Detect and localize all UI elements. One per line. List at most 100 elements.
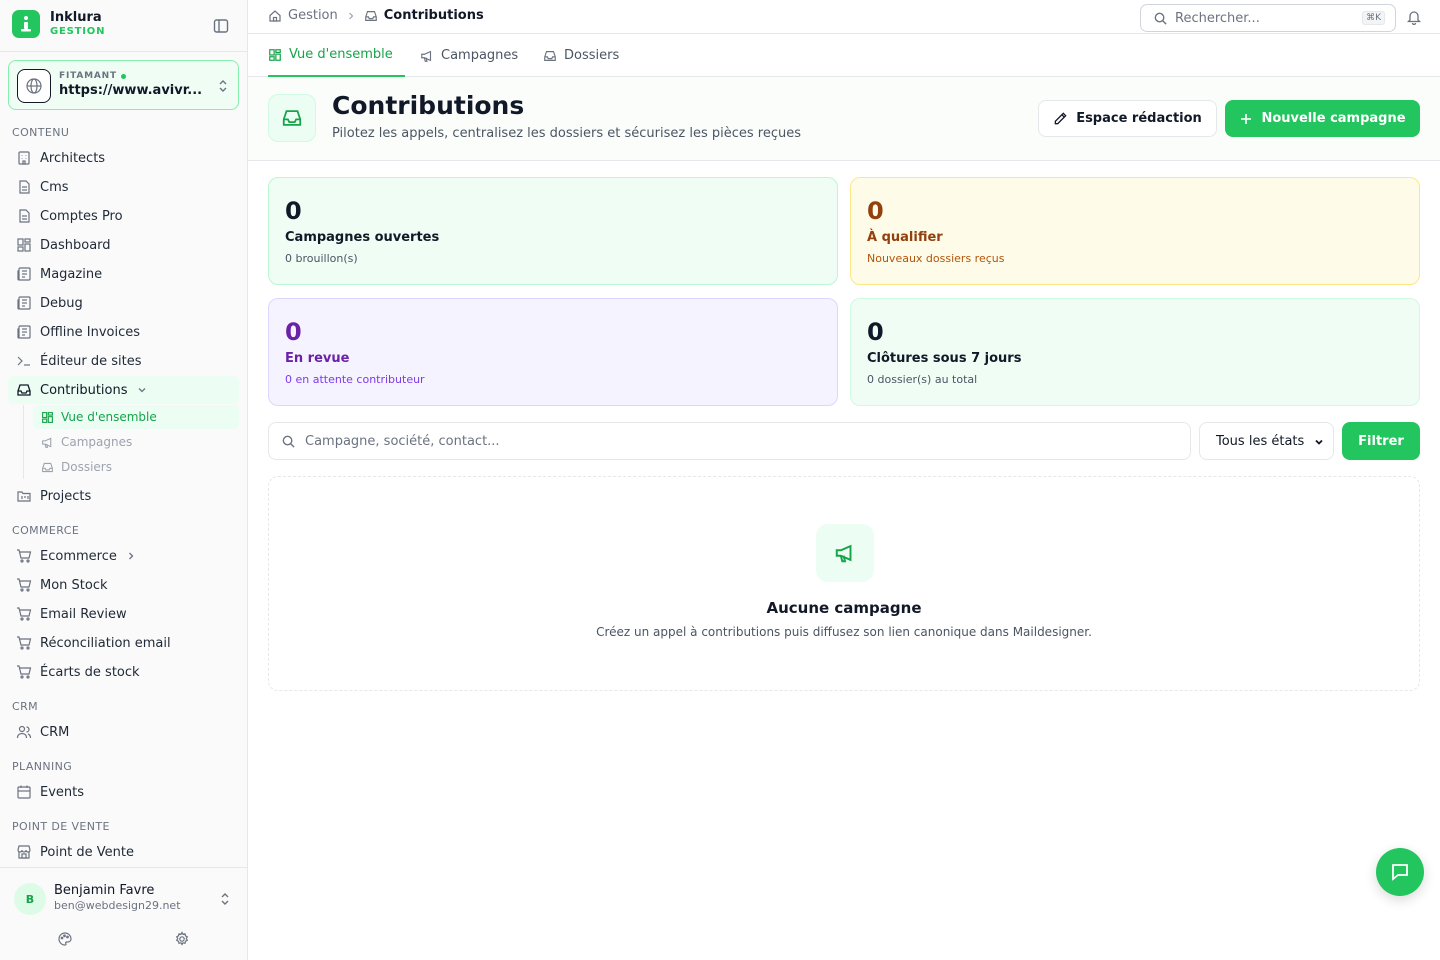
sidebar-toggle-icon[interactable] [212, 17, 230, 35]
sidebar-item-label: Point de Vente [40, 844, 135, 860]
sidebar-subitem-overview[interactable]: Vue d'ensemble [33, 405, 239, 429]
new-campaign-button[interactable]: Nouvelle campagne [1225, 100, 1420, 137]
sidebar-item-mon-stock[interactable]: Mon Stock [8, 571, 239, 599]
campaign-search[interactable] [268, 422, 1191, 460]
chevrons-up-down-icon[interactable] [219, 891, 231, 907]
sidebar-item-dashboard[interactable]: Dashboard [8, 231, 239, 259]
brand[interactable]: Inklura GESTION [12, 10, 105, 38]
tab-campagnes[interactable]: Campagnes [420, 34, 518, 77]
sidebar-item-cms[interactable]: Cms [8, 173, 239, 201]
submenu-line [23, 405, 24, 479]
campaign-search-input[interactable] [305, 431, 1165, 451]
sidebar-subitem-label: Dossiers [61, 460, 112, 474]
stat-card-open-campaigns: 0 Campagnes ouvertes 0 brouillon(s) [268, 177, 838, 285]
stat-card-closing-soon: 0 Clôtures sous 7 jours 0 dossier(s) au … [850, 298, 1420, 406]
tab-overview[interactable]: Vue d'ensemble [268, 34, 405, 77]
sidebar-item-editeur-de-sites[interactable]: Éditeur de sites [8, 347, 239, 375]
sidebar-item-events[interactable]: Events [8, 778, 239, 806]
sidebar-item-label: Events [40, 784, 85, 800]
folder-kanban-icon [17, 491, 31, 502]
sidebar-subitem-dossiers[interactable]: Dossiers [33, 455, 239, 479]
sidebar-item-ecommerce[interactable]: Ecommerce [8, 542, 239, 570]
sidebar-item-label: CRM [40, 724, 70, 740]
page-header: Contributions Pilotez les appels, centra… [248, 77, 1440, 161]
tab-label: Vue d'ensemble [289, 47, 393, 62]
sidebar-item-projects[interactable]: Projects [8, 482, 239, 510]
layout-grid-icon [42, 411, 53, 423]
sidebar-item-label: Offline Invoices [40, 324, 141, 340]
sidebar-item-label: Email Review [40, 606, 127, 622]
sidebar-item-label: Debug [40, 295, 83, 311]
gear-icon[interactable] [174, 931, 190, 947]
sidebar-item-email-review[interactable]: Email Review [8, 600, 239, 628]
sidebar-item-reconciliation-email[interactable]: Réconciliation email [8, 629, 239, 657]
megaphone-icon [421, 50, 432, 62]
sidebar-item-label: Réconciliation email [40, 635, 171, 651]
cart-icon [17, 665, 32, 679]
pencil-icon [1054, 112, 1067, 125]
sidebar-item-comptes-pro[interactable]: Comptes Pro [8, 202, 239, 230]
bell-icon[interactable] [1406, 9, 1422, 26]
sidebar-subitem-campagnes[interactable]: Campagnes [33, 430, 239, 454]
avatar[interactable]: B [14, 883, 46, 915]
cart-icon [17, 607, 32, 621]
chevrons-up-down-icon [217, 78, 229, 94]
stat-hint: Nouveaux dossiers reçus [867, 252, 1005, 265]
state-select-value: Tous les états [1216, 433, 1305, 449]
inbox-icon [544, 50, 556, 61]
stat-value: 0 [285, 318, 302, 346]
filter-button[interactable]: Filtrer [1342, 422, 1420, 460]
sidebar-item-debug[interactable]: Debug [8, 289, 239, 317]
stat-label: En revue [285, 351, 350, 366]
stat-value: 0 [285, 197, 302, 225]
stat-hint: 0 dossier(s) au total [867, 373, 978, 386]
sidebar-item-magazine[interactable]: Magazine [8, 260, 239, 288]
empty-state: Aucune campagne Créez un appel à contrib… [268, 476, 1420, 691]
brand-subtitle: GESTION [50, 26, 106, 37]
espace-redaction-button[interactable]: Espace rédaction [1038, 100, 1217, 137]
cart-icon [17, 578, 32, 592]
sidebar-item-label: Ecommerce [40, 548, 117, 564]
palette-icon[interactable] [57, 931, 73, 947]
cart-icon [17, 636, 32, 650]
terminal-icon [17, 356, 30, 366]
layout-grid-icon [17, 238, 31, 252]
tab-label: Dossiers [564, 48, 620, 63]
chat-button[interactable] [1376, 848, 1424, 896]
section-label-contenu: CONTENU [12, 126, 70, 139]
page-title: Contributions [332, 91, 525, 120]
topbar: Gestion Contributions ⌘K [248, 0, 1440, 34]
breadcrumb-root[interactable]: Gestion [288, 8, 338, 23]
sidebar-item-point-de-vente[interactable]: Point de Vente [8, 838, 239, 866]
layout-grid-icon [269, 48, 281, 61]
section-label-point-de-vente: POINT DE VENTE [12, 820, 110, 833]
sidebar: Inklura GESTION FITAMANT https://www.avi… [0, 0, 248, 960]
global-search[interactable]: ⌘K [1140, 4, 1396, 32]
stat-label: Campagnes ouvertes [285, 230, 440, 245]
inbox-icon [268, 94, 316, 142]
sidebar-item-offline-invoices[interactable]: Offline Invoices [8, 318, 239, 346]
newspaper-icon [17, 267, 31, 281]
breadcrumb-current: Contributions [383, 8, 484, 23]
stat-value: 0 [867, 318, 884, 346]
megaphone-icon [42, 437, 52, 448]
sidebar-subitem-label: Vue d'ensemble [61, 410, 157, 424]
sidebar-item-crm[interactable]: CRM [8, 718, 239, 746]
user-name[interactable]: Benjamin Favre [54, 883, 154, 898]
brand-name: Inklura [50, 10, 102, 25]
sidebar-item-label: Dashboard [40, 237, 111, 253]
sidebar-item-ecarts-de-stock[interactable]: Écarts de stock [8, 658, 239, 686]
search-input[interactable] [1175, 8, 1355, 28]
users-icon [16, 725, 32, 739]
cart-icon [17, 549, 32, 563]
state-select[interactable]: Tous les états [1199, 422, 1334, 460]
sidebar-item-contributions[interactable]: Contributions [8, 376, 239, 404]
megaphone-icon [816, 524, 874, 582]
search-icon [1154, 12, 1167, 25]
site-switcher[interactable]: FITAMANT https://www.avivr... [8, 60, 239, 110]
sidebar-item-architects[interactable]: Architects [8, 144, 239, 172]
sidebar-item-label: Écarts de stock [40, 664, 140, 680]
stat-hint: 0 brouillon(s) [285, 252, 358, 265]
stat-value: 0 [867, 197, 884, 225]
tab-dossiers[interactable]: Dossiers [543, 34, 619, 77]
